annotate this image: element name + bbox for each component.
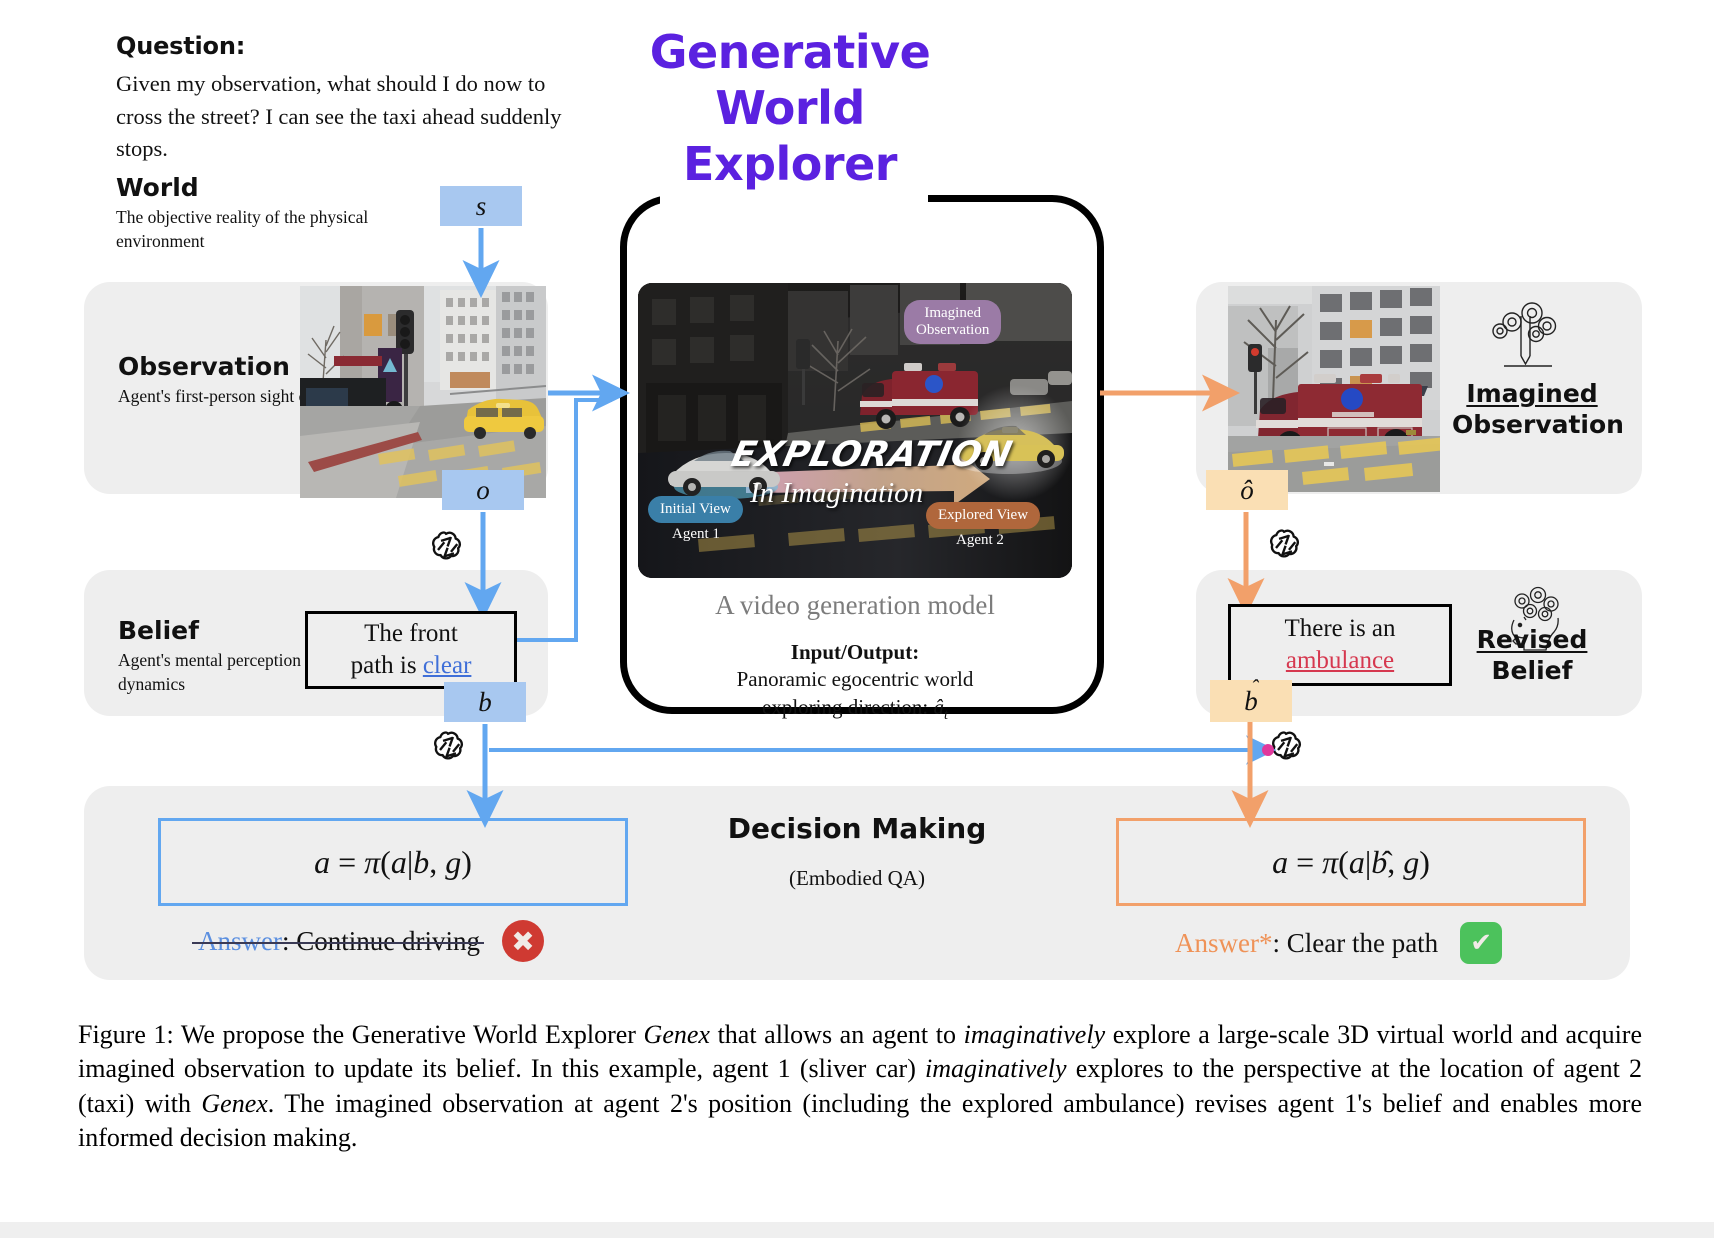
openai-logo-icon: [1266, 526, 1302, 562]
answer-row-incorrect: Answer: Continue driving ✖: [192, 920, 544, 962]
belief-variable-tag: b: [444, 682, 526, 722]
belief-text-box: The front path is clear: [305, 611, 517, 689]
imagined-observation-label: Imagined Observation: [1452, 378, 1624, 441]
observation-street-photo: [300, 286, 546, 498]
figure-stage: Question: Given my observation, what sho…: [0, 0, 1714, 1238]
answer-left-text: Answer: Continue driving: [192, 925, 484, 957]
title-line-1: Generative: [649, 25, 931, 79]
world-desc: The objective reality of the physical en…: [116, 207, 369, 251]
pill-initial-view-label: Initial View: [660, 501, 731, 517]
bottom-bar: [0, 1222, 1714, 1238]
world-row-heading: World The objective reality of the physi…: [116, 173, 446, 253]
exploration-subtitle: In Imagination: [750, 477, 924, 509]
revised-belief-label: Revised Belief: [1462, 624, 1602, 687]
policy-formula-left: a = π(a|b, g): [158, 818, 628, 906]
imagined-observation-line2: Observation: [1452, 410, 1624, 440]
caption-em2: imaginatively: [963, 1020, 1106, 1049]
page-title: Generative World Explorer: [620, 24, 960, 192]
pill-explored-view: Explored View: [926, 502, 1041, 529]
imagined-observation-variable-tag: ô: [1206, 470, 1288, 510]
question-text: Given my observation, what should I do n…: [116, 71, 562, 162]
incorrect-badge-icon: ✖: [501, 920, 544, 962]
caption-part1: We propose the Generative World Explorer: [173, 1020, 644, 1049]
policy-formula-right: a = π(a|b̂, g): [1116, 818, 1586, 906]
answer-left-keyword: Answer: [198, 925, 282, 956]
correct-badge-icon: ✔: [1460, 922, 1503, 964]
io-title: Input/Output:: [790, 640, 920, 664]
revised-belief-line2: Belief: [1491, 656, 1573, 686]
answer-left-rest: : Continue driving: [281, 925, 480, 956]
pill-initial-view: Initial View: [648, 496, 743, 523]
openai-logo-icon: [1268, 728, 1304, 764]
figure-caption: Figure 1: We propose the Generative Worl…: [78, 1018, 1642, 1155]
io-line-1: Panoramic egocentric world: [736, 667, 974, 691]
agent-2-label: Agent 2: [956, 532, 1004, 548]
caption-em1: Genex: [643, 1020, 710, 1049]
revised-belief-variable-tag: b̂: [1210, 680, 1292, 722]
title-line-2: World: [715, 81, 865, 136]
world-title: World: [116, 173, 199, 202]
pill-imagined-line1: Imagined Observation: [916, 305, 990, 338]
openai-logo-icon: [428, 528, 464, 564]
exploration-video-thumbnail: Imagined Observation Initial View Agent …: [638, 283, 1072, 578]
io-text: Panoramic egocentric world exploring dir…: [625, 665, 1085, 726]
belief-line1: The front: [364, 619, 458, 647]
policy-formula-left-text: a = π(a|b, g): [314, 843, 472, 880]
openai-logo-icon: [430, 728, 466, 764]
revised-belief-line1: There is an: [1284, 614, 1396, 642]
imagination-pencil-icon: [1490, 300, 1564, 372]
policy-formula-right-text: a = π(a|b̂, g): [1272, 843, 1430, 880]
agent-1-label: Agent 1: [672, 526, 720, 542]
title-line-3: Explorer: [683, 137, 897, 192]
question-block: Question: Given my observation, what sho…: [116, 32, 586, 166]
answer-right-rest: : Clear the path: [1272, 927, 1439, 958]
state-variable-tag: s: [440, 186, 522, 226]
answer-right-text: Answer*: Clear the path: [1175, 928, 1438, 959]
caption-em3: imaginatively: [925, 1054, 1067, 1084]
revised-belief-keyword-ambulance: ambulance: [1285, 647, 1395, 674]
io-line-2: exploring direction: ât: [762, 695, 948, 724]
question-label: Question:: [116, 32, 246, 60]
caption-part5: . The imagined observation at agent 2's …: [78, 1088, 1642, 1152]
belief-line2-prefix: path is: [350, 652, 423, 679]
caption-em4: Genex: [201, 1088, 268, 1118]
pill-explored-view-label: Explored View: [938, 507, 1029, 523]
belief-keyword-clear: clear: [422, 652, 472, 679]
observation-variable-tag: o: [442, 470, 524, 510]
caption-lead: Figure 1:: [78, 1020, 174, 1049]
answer-row-correct: Answer*: Clear the path ✔: [1175, 922, 1503, 964]
pill-imagined-observation: Imagined Observation: [904, 300, 1002, 344]
imagined-observation-line1: Imagined: [1466, 379, 1598, 408]
answer-right-keyword: Answer*: [1175, 927, 1273, 958]
exploration-word: EXPLORATION: [727, 435, 1016, 475]
imagined-observation-photo: [1228, 286, 1440, 492]
revised-belief-text-box: There is an ambulance: [1228, 604, 1452, 686]
video-model-caption: A video generation model: [715, 590, 995, 620]
caption-part2: that allows an agent to: [709, 1020, 964, 1049]
revised-belief-line1: Revised: [1476, 625, 1588, 654]
